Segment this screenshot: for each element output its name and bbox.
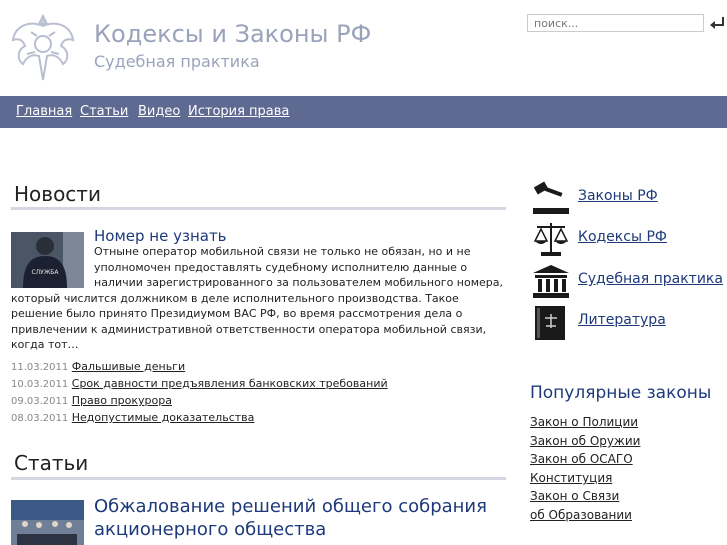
news-heading: Новости — [14, 182, 101, 206]
news-item-date: 11.03.2011 — [11, 362, 69, 373]
search-input[interactable] — [527, 14, 704, 32]
popular-laws-heading: Популярные законы — [530, 383, 712, 403]
site-title: Кодексы и Законы РФ — [94, 20, 372, 48]
news-item-link[interactable]: Недопустимые доказательства — [72, 411, 255, 424]
news-item-date: 09.03.2011 — [11, 396, 69, 407]
popular-law-link[interactable]: Закон о Связи — [530, 489, 619, 503]
nav-home[interactable]: Главная — [16, 104, 72, 119]
sidebar-link-laws[interactable]: Законы РФ — [578, 188, 658, 204]
popular-law-link[interactable]: Закон об ОСАГО — [530, 452, 633, 466]
nav-video[interactable]: Видео — [138, 104, 180, 119]
featured-news-title[interactable]: Номер не узнать — [94, 227, 227, 245]
popular-law-link[interactable]: Закон о Полиции — [530, 415, 638, 429]
news-item-link[interactable]: Срок давности предъявления банковских тр… — [72, 377, 388, 390]
featured-news-body: Отныне оператор мобильной связи не тольк… — [11, 244, 505, 353]
news-item: 08.03.2011 Недопустимые доказательства — [11, 411, 254, 424]
articles-heading: Статьи — [14, 451, 89, 475]
coat-of-arms-logo[interactable] — [9, 10, 77, 84]
popular-law-link[interactable]: Конституция — [530, 471, 612, 485]
scales-icon[interactable] — [531, 221, 571, 257]
search-arrow-icon[interactable] — [708, 14, 726, 32]
site-header: Кодексы и Законы РФ Судебная практика — [0, 0, 727, 96]
book-icon[interactable] — [531, 304, 571, 340]
news-item-date: 10.03.2011 — [11, 379, 69, 390]
news-divider — [11, 207, 506, 210]
news-item-date: 08.03.2011 — [11, 413, 69, 424]
news-item-link[interactable]: Право прокурора — [72, 394, 172, 407]
news-item: 10.03.2011 Срок давности предъявления ба… — [11, 377, 388, 390]
news-item-link[interactable]: Фальшивые деньги — [72, 360, 185, 373]
featured-article-title[interactable]: Обжалование решений общего собрания акци… — [94, 495, 509, 541]
nav-law-history[interactable]: История права — [188, 104, 289, 119]
popular-law-link[interactable]: об Образовании — [530, 508, 632, 522]
popular-law-link[interactable]: Закон об Оружии — [530, 434, 640, 448]
news-item: 09.03.2011 Право прокурора — [11, 394, 172, 407]
sidebar-link-literature[interactable]: Литература — [578, 312, 666, 328]
courthouse-icon[interactable] — [531, 263, 571, 299]
news-item: 11.03.2011 Фальшивые деньги — [11, 360, 185, 373]
gavel-icon[interactable] — [531, 180, 571, 216]
article-thumbnail[interactable] — [11, 500, 84, 545]
site-subtitle: Судебная практика — [94, 52, 260, 71]
sidebar-link-codes[interactable]: Кодексы РФ — [578, 229, 667, 245]
nav-articles[interactable]: Статьи — [80, 104, 128, 119]
sidebar-link-court-practice[interactable]: Судебная практика — [578, 270, 723, 289]
articles-divider — [11, 477, 506, 480]
main-nav: Главная Статьи Видео История права — [0, 96, 727, 128]
